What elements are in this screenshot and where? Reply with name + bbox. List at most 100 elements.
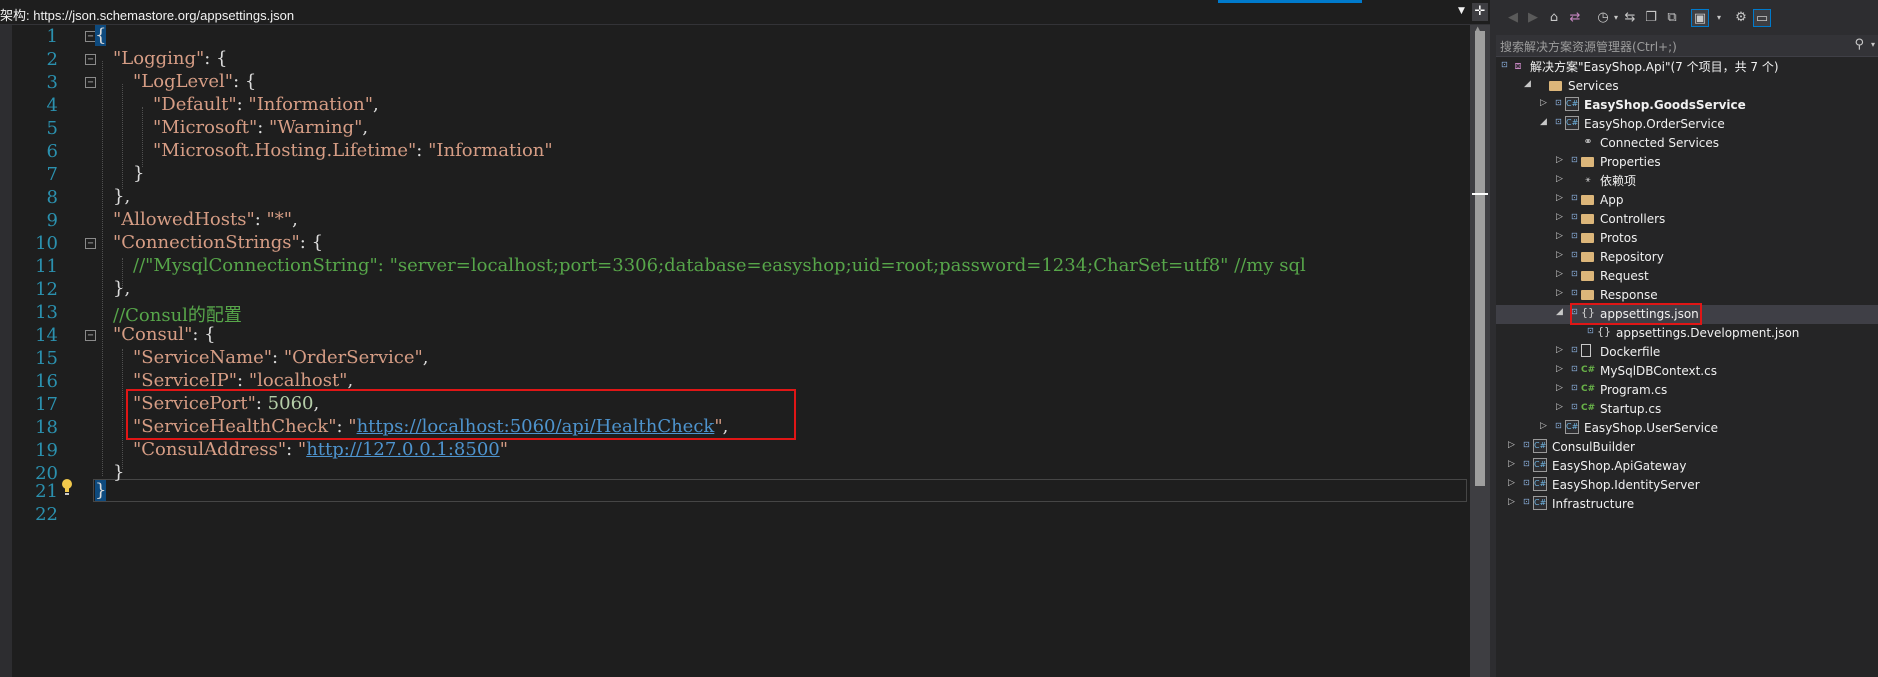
tree-item-label: Services bbox=[1568, 79, 1619, 93]
collapse-arrow-icon[interactable]: ◢ bbox=[1556, 307, 1563, 317]
tree-item[interactable]: ⊡ ⧈ 解决方案"EasyShop.Api"(7 个项目，共 7 个) bbox=[1496, 58, 1878, 77]
tree-item-label: Properties bbox=[1600, 155, 1661, 169]
code-text: "ConsulAddress": "http://127.0.0.1:8500" bbox=[133, 439, 508, 462]
tree-item[interactable]: ▷ ⊡ C# EasyShop.IdentityServer bbox=[1496, 476, 1878, 495]
tree-item[interactable]: ▷ ⊡ C# Program.cs bbox=[1496, 381, 1878, 400]
expand-arrow-icon[interactable]: ▷ bbox=[1556, 212, 1563, 222]
code-line[interactable]: 13 //Consul的配置 bbox=[12, 301, 1467, 326]
expand-arrow-icon[interactable]: ▷ bbox=[1508, 497, 1515, 507]
code-line[interactable]: 12}, bbox=[12, 278, 1467, 301]
show-all-files-icon[interactable]: ⧉ bbox=[1663, 9, 1681, 27]
wrench-icon[interactable]: ⚙ bbox=[1732, 9, 1750, 27]
source-control-lock-icon: ⊡ bbox=[1571, 364, 1578, 373]
expand-arrow-icon[interactable]: ▷ bbox=[1508, 440, 1515, 450]
back-icon[interactable]: ◀ bbox=[1504, 9, 1522, 27]
expand-arrow-icon[interactable]: ▷ bbox=[1556, 174, 1563, 184]
code-line[interactable]: 3 − "LogLevel": { bbox=[12, 71, 1467, 94]
tree-item[interactable]: ▷ ⊡ C# Startup.cs bbox=[1496, 400, 1878, 419]
code-line[interactable]: 7} bbox=[12, 163, 1467, 186]
tree-item[interactable]: ▷ ⊡ Properties bbox=[1496, 153, 1878, 172]
expand-arrow-icon[interactable]: ▷ bbox=[1556, 231, 1563, 241]
tree-item[interactable]: ▷ ⊡ Controllers bbox=[1496, 210, 1878, 229]
tree-item[interactable]: ◢ ⊡ C# EasyShop.OrderService bbox=[1496, 115, 1878, 134]
preview-selected-items-icon[interactable]: ▭ bbox=[1753, 9, 1771, 27]
expand-arrow-icon[interactable]: ▷ bbox=[1540, 421, 1547, 431]
code-line[interactable]: 1−{ bbox=[12, 25, 1467, 48]
tree-item[interactable]: ▷ ⊡ App bbox=[1496, 191, 1878, 210]
code-line[interactable]: 11 //"MysqlConnectionString": "server=loc… bbox=[12, 255, 1467, 278]
chevron-down-icon[interactable]: ▼ bbox=[1458, 6, 1465, 16]
fold-toggle-icon[interactable]: − bbox=[85, 77, 96, 88]
tree-item-label: Request bbox=[1600, 269, 1649, 283]
chevron-down-icon[interactable]: ▾ bbox=[1710, 9, 1728, 27]
tree-item[interactable]: ▷ ⊡ Protos bbox=[1496, 229, 1878, 248]
expand-arrow-icon[interactable]: ▷ bbox=[1556, 193, 1563, 203]
scroll-thumb[interactable] bbox=[1475, 31, 1485, 486]
home-icon[interactable]: ⌂ bbox=[1545, 9, 1563, 27]
sync-icon[interactable]: ⇆ bbox=[1621, 9, 1639, 27]
code-line[interactable]: 10 − "ConnectionStrings": { bbox=[12, 232, 1467, 255]
fold-toggle-icon[interactable]: − bbox=[85, 54, 96, 65]
tree-item[interactable]: ▷ ⚹ 依赖项 bbox=[1496, 172, 1878, 191]
code-line[interactable]: 5 "Microsoft": "Warning", bbox=[12, 117, 1467, 140]
split-editor-icon[interactable]: ✛ bbox=[1472, 3, 1488, 21]
expand-arrow-icon[interactable]: ▷ bbox=[1508, 459, 1515, 469]
code-line[interactable]: 21} bbox=[12, 480, 1467, 503]
fold-toggle-icon[interactable]: − bbox=[85, 238, 96, 249]
code-line[interactable]: 22 bbox=[12, 503, 1467, 526]
json-punct: : bbox=[237, 370, 249, 391]
solution-explorer-search[interactable]: 搜索解决方案资源管理器(Ctrl+;) ⚲ ▾ bbox=[1496, 35, 1878, 57]
lightbulb-icon[interactable] bbox=[60, 478, 74, 496]
code-line[interactable]: 4 "Default": "Information", bbox=[12, 94, 1467, 117]
line-number: 5 bbox=[46, 118, 58, 139]
expand-arrow-icon[interactable]: ▷ bbox=[1508, 478, 1515, 488]
tree-item[interactable]: ▷ ⊡ Repository bbox=[1496, 248, 1878, 267]
tree-item[interactable]: ▷ ⊡ C# ConsulBuilder bbox=[1496, 438, 1878, 457]
properties-icon[interactable]: ▣ bbox=[1691, 9, 1709, 27]
expand-arrow-icon[interactable]: ▷ bbox=[1556, 155, 1563, 165]
code-line[interactable]: 19 "ConsulAddress": "http://127.0.0.1:850… bbox=[12, 439, 1467, 462]
expand-arrow-icon[interactable]: ▷ bbox=[1556, 383, 1563, 393]
tree-item-label: Dockerfile bbox=[1600, 345, 1661, 359]
fold-toggle-icon[interactable]: − bbox=[85, 330, 96, 341]
tree-item[interactable]: ▷ ⊡ C# EasyShop.ApiGateway bbox=[1496, 457, 1878, 476]
line-number: 19 bbox=[35, 440, 58, 461]
collapse-arrow-icon[interactable]: ◢ bbox=[1540, 117, 1547, 127]
code-line[interactable]: 8}, bbox=[12, 186, 1467, 209]
expand-arrow-icon[interactable]: ▷ bbox=[1556, 269, 1563, 279]
code-line[interactable]: 2 − "Logging": { bbox=[12, 48, 1467, 71]
code-line[interactable]: 9 "AllowedHosts": "*", bbox=[12, 209, 1467, 232]
search-icon[interactable]: ⚲ bbox=[1854, 37, 1864, 52]
tree-item[interactable]: ▷ ⊡ C# MySqlDBContext.cs bbox=[1496, 362, 1878, 381]
url-link[interactable]: http://127.0.0.1:8500 bbox=[306, 439, 500, 460]
expand-arrow-icon[interactable]: ▷ bbox=[1556, 402, 1563, 412]
expand-arrow-icon[interactable]: ▷ bbox=[1556, 345, 1563, 355]
tree-item[interactable]: ▷ ⊡ Dockerfile bbox=[1496, 343, 1878, 362]
folder-icon bbox=[1581, 233, 1594, 243]
expand-arrow-icon[interactable]: ▷ bbox=[1540, 98, 1547, 108]
expand-arrow-icon[interactable]: ▷ bbox=[1556, 364, 1563, 374]
collapse-all-icon[interactable]: ❐ bbox=[1642, 9, 1660, 27]
tree-item[interactable]: ▷ ⊡ Request bbox=[1496, 267, 1878, 286]
forward-icon[interactable]: ▶ bbox=[1524, 9, 1542, 27]
collapse-arrow-icon[interactable]: ◢ bbox=[1524, 79, 1531, 89]
expand-arrow-icon[interactable]: ▷ bbox=[1556, 288, 1563, 298]
line-number: 8 bbox=[46, 187, 58, 208]
tree-item[interactable]: ▷ ⊡ C# EasyShop.GoodsService bbox=[1496, 96, 1878, 115]
chevron-down-icon[interactable]: ▾ bbox=[1871, 40, 1875, 49]
code-line[interactable]: 15 "ServiceName": "OrderService", bbox=[12, 347, 1467, 370]
expand-arrow-icon[interactable]: ▷ bbox=[1556, 250, 1563, 260]
tree-item[interactable]: ⚭ Connected Services bbox=[1496, 134, 1878, 153]
json-punct: : bbox=[416, 140, 429, 161]
tree-item[interactable]: ▷ ⊡ C# EasyShop.UserService bbox=[1496, 419, 1878, 438]
code-line[interactable]: 6 "Microsoft.Hosting.Lifetime": "Informat… bbox=[12, 140, 1467, 163]
code-line[interactable]: 14 − "Consul": { bbox=[12, 324, 1467, 347]
tree-item[interactable]: ▷ ⊡ C# Infrastructure bbox=[1496, 495, 1878, 514]
switch-views-icon[interactable]: ⇄ bbox=[1566, 9, 1584, 27]
search-input[interactable]: 搜索解决方案资源管理器(Ctrl+;) bbox=[1500, 38, 1677, 55]
tree-item[interactable]: ◢ Services bbox=[1496, 77, 1878, 96]
editor-scrollbar[interactable]: ▲ bbox=[1470, 25, 1490, 677]
code-editor[interactable]: 架构: https://json.schemastore.org/appsett… bbox=[0, 0, 1490, 677]
line-number: 13 bbox=[35, 302, 58, 323]
tree-item[interactable]: ⊡{} appsettings.Development.json bbox=[1496, 324, 1878, 343]
